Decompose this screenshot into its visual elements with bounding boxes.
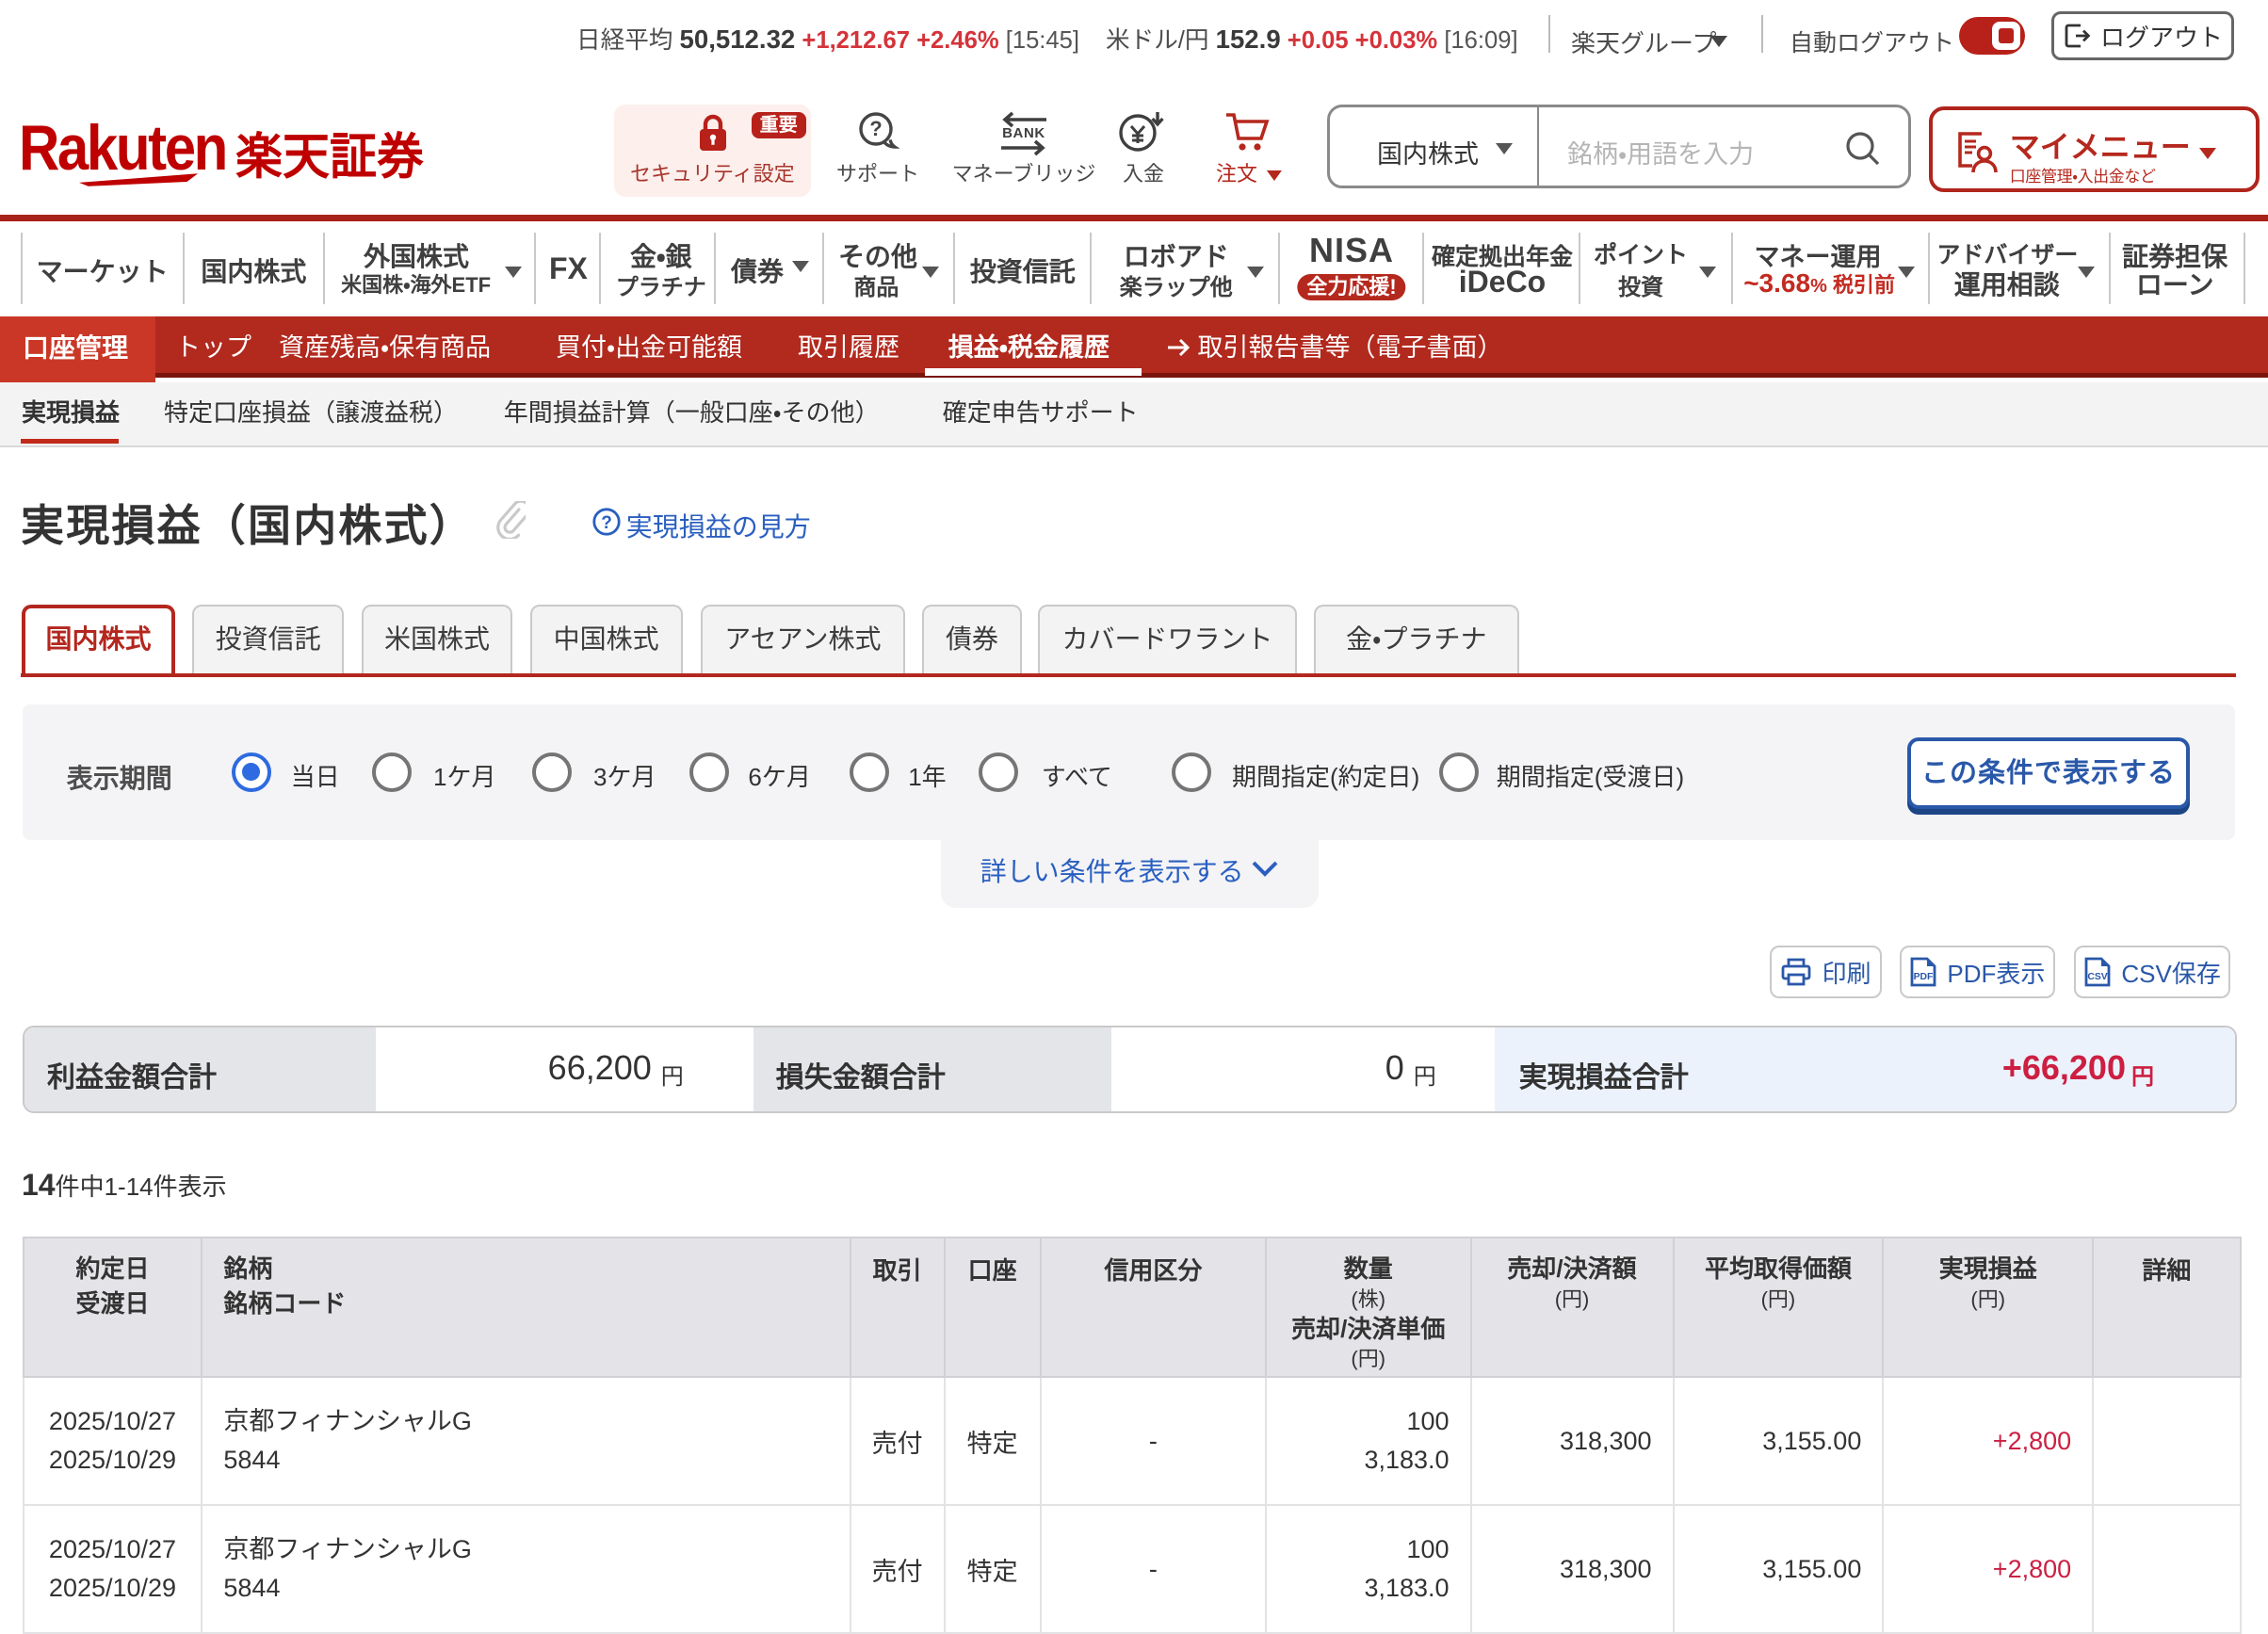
svg-text:BANK: BANK bbox=[1002, 125, 1045, 141]
svg-text:CSV: CSV bbox=[2088, 972, 2108, 982]
svg-text:PDF: PDF bbox=[1914, 972, 1934, 982]
svg-text:?: ? bbox=[869, 117, 882, 140]
svg-text:?: ? bbox=[601, 513, 612, 533]
